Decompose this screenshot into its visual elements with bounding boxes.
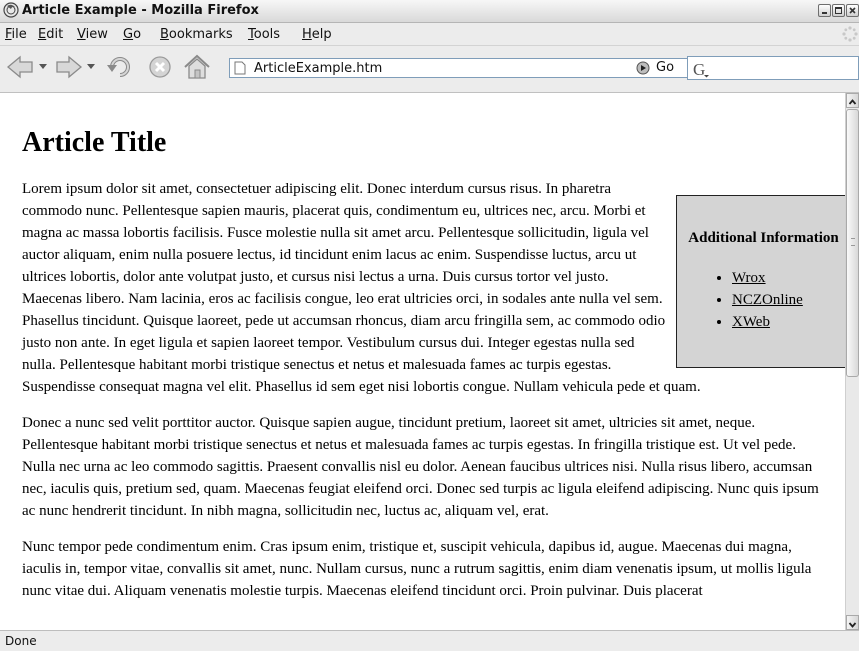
search-engine-icon[interactable]: G	[692, 60, 710, 78]
list-item: XWeb	[732, 311, 845, 333]
navigation-toolbar: ArticleExample.htm Go G	[0, 46, 859, 93]
menu-edit[interactable]: Edit	[38, 27, 63, 42]
link-xweb[interactable]: XWeb	[732, 314, 770, 330]
forward-history-caret-icon[interactable]	[87, 64, 95, 70]
close-button[interactable]	[846, 4, 859, 17]
article-paragraph: Donec a nunc sed velit porttitor auctor.…	[22, 415, 819, 519]
scrollbar-grip	[851, 238, 855, 246]
menu-view[interactable]: View	[77, 27, 108, 42]
page-content[interactable]: Article Title Additional Information Wro…	[0, 93, 845, 630]
throbber-icon	[842, 26, 858, 42]
vertical-scrollbar[interactable]	[845, 93, 859, 630]
home-icon[interactable]	[180, 52, 214, 82]
back-history-caret-icon[interactable]	[39, 64, 47, 70]
list-item: NCZOnline	[732, 289, 845, 311]
menu-help[interactable]: Help	[302, 27, 332, 42]
link-nczonline[interactable]: NCZOnline	[732, 292, 803, 308]
browser-window: Article Example - Mozilla Firefox File E…	[0, 0, 859, 651]
menu-tools[interactable]: Tools	[248, 27, 280, 42]
menu-bar: File Edit View Go Bookmarks Tools Help	[0, 23, 859, 46]
firefox-icon	[3, 2, 19, 18]
forward-icon[interactable]	[51, 52, 85, 82]
stop-icon[interactable]	[143, 52, 177, 82]
menu-go[interactable]: Go	[123, 27, 141, 42]
article-paragraph: Nunc tempor pede condimentum enim. Cras …	[22, 539, 812, 599]
page-icon	[234, 61, 246, 75]
article: Article Title Additional Information Wro…	[22, 93, 845, 616]
close-icon	[849, 7, 856, 14]
scroll-down-button[interactable]	[846, 615, 859, 630]
menu-bookmarks[interactable]: Bookmarks	[160, 27, 233, 42]
maximize-button[interactable]	[832, 4, 845, 17]
back-icon[interactable]	[4, 52, 38, 82]
go-icon[interactable]	[636, 61, 650, 75]
additional-info-links: Wrox NCZOnline XWeb	[677, 267, 845, 333]
additional-info-title: Additional Information	[688, 230, 839, 246]
chevron-up-icon	[848, 99, 857, 105]
article-title: Article Title	[22, 127, 167, 158]
scroll-up-button[interactable]	[846, 93, 859, 108]
menu-file[interactable]: File	[5, 27, 27, 42]
window-title: Article Example - Mozilla Firefox	[22, 3, 259, 18]
reload-icon[interactable]	[103, 52, 137, 82]
search-input[interactable]: G	[687, 56, 859, 80]
scrollbar-thumb[interactable]	[846, 109, 859, 377]
list-item: Wrox	[732, 267, 845, 289]
address-text: ArticleExample.htm	[254, 61, 383, 76]
title-bar[interactable]: Article Example - Mozilla Firefox	[0, 0, 859, 23]
link-wrox[interactable]: Wrox	[732, 270, 766, 286]
status-text: Done	[5, 634, 37, 648]
status-bar: Done	[0, 630, 859, 651]
additional-info-box: Additional Information Wrox NCZOnline XW…	[676, 195, 845, 368]
svg-text:G: G	[693, 60, 705, 78]
go-button-label[interactable]: Go	[656, 60, 674, 75]
minimize-button[interactable]	[818, 4, 831, 17]
